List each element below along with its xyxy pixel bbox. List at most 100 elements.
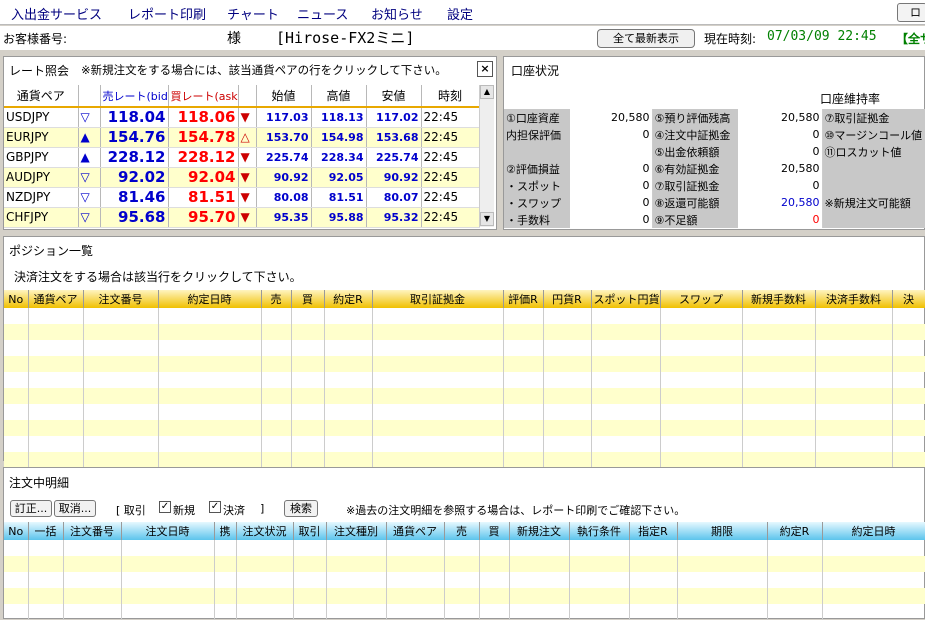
rate-panel-title: レート照会 <box>9 64 70 78</box>
ord-col-pair: 通貨ペア <box>386 522 445 540</box>
table-row[interactable] <box>4 340 925 356</box>
rate-col-ask: 買レート(ask) <box>168 85 239 108</box>
pair-name: NZDJPY <box>4 187 79 208</box>
rate-row-nzdjpy[interactable]: NZDJPY ▽ 81.46 81.51 ▼ 80.08 81.51 80.07… <box>4 187 480 208</box>
account-value: 0 <box>570 177 653 194</box>
orders-note: ※過去の注文明細を参照する場合は、レポート印刷でご確認下さい。 <box>346 504 686 517</box>
ord-col-status: 注文状況 <box>236 522 294 540</box>
table-row[interactable] <box>4 308 925 324</box>
table-row[interactable] <box>4 404 925 420</box>
pos-col-swap: スワップ <box>660 290 743 308</box>
rate-col-high: 高値 <box>311 85 367 108</box>
table-row[interactable] <box>4 356 925 372</box>
pos-col-buy: 買 <box>291 290 325 308</box>
open-rate: 80.08 <box>256 187 312 208</box>
account-label: ⑦取引証拠金 <box>822 109 925 126</box>
pair-name: USDJPY <box>4 107 79 128</box>
low-rate: 95.32 <box>366 207 422 228</box>
pos-col-pair: 通貨ペア <box>28 290 84 308</box>
table-row[interactable] <box>4 452 925 468</box>
account-label: ・手数料 <box>504 211 570 228</box>
cancel-order-button[interactable]: 取消... <box>54 500 96 517</box>
rate-row-chfjpy[interactable]: CHFJPY ▽ 95.68 95.70 ▼ 95.35 95.88 95.32… <box>4 207 480 228</box>
pos-col-margin: 取引証拠金 <box>372 290 504 308</box>
ord-col-order-time: 注文日時 <box>121 522 215 540</box>
table-row[interactable] <box>4 372 925 388</box>
rate-row-eurjpy[interactable]: EURJPY ▲ 154.76 154.78 △ 153.70 154.98 1… <box>4 127 480 148</box>
bid-rate: 118.04 <box>100 107 169 128</box>
ord-col-expiry: 期限 <box>677 522 768 540</box>
table-row[interactable] <box>4 324 925 340</box>
rate-col-open: 始値 <box>256 85 312 108</box>
menu-bar: 入出金サービス レポート印刷 チャート ニュース お知らせ 設定 ロ <box>0 0 925 25</box>
account-label: ⑦取引証拠金 <box>652 177 738 194</box>
account-value: 20,580 <box>738 109 823 126</box>
rate-row-usdjpy[interactable]: USDJPY ▽ 118.04 118.06 ▼ 117.03 118.13 1… <box>4 107 480 128</box>
ask-trend-icon: ▼ <box>238 167 257 188</box>
close-icon[interactable]: × <box>477 61 493 77</box>
account-value: 20,580 <box>570 109 653 126</box>
pos-col-spot-yen: スポット円貨 <box>591 290 661 308</box>
open-rate: 153.70 <box>256 127 312 148</box>
account-row: ・スワップ 0 ⑧返還可能額 20,580 ※新規注文可能額 <box>504 194 925 211</box>
account-label: ④注文中証拠金 <box>652 126 738 143</box>
table-row[interactable] <box>4 388 925 404</box>
orders-header-row: No 一括 注文番号 注文日時 携 注文状況 取引 注文種別 通貨ペア 売 買 … <box>4 522 925 540</box>
table-row[interactable] <box>4 556 925 572</box>
rate-time: 22:45 <box>421 127 480 148</box>
account-label <box>822 160 925 177</box>
rate-scrollbar[interactable]: ▲ ▼ <box>479 85 494 227</box>
account-label <box>822 177 925 194</box>
ord-col-exec-cond: 執行条件 <box>569 522 630 540</box>
table-row[interactable] <box>4 540 925 556</box>
menu-report-print[interactable]: レポート印刷 <box>128 4 206 23</box>
high-rate: 81.51 <box>311 187 367 208</box>
account-label: ⑥有効証拠金 <box>652 160 738 177</box>
search-button[interactable]: 検索 <box>284 500 318 517</box>
menu-deposit-service[interactable]: 入出金サービス <box>11 4 102 23</box>
ask-trend-icon: △ <box>238 127 257 148</box>
high-rate: 118.13 <box>311 107 367 128</box>
scroll-up-icon[interactable]: ▲ <box>480 85 494 99</box>
table-row[interactable] <box>4 588 925 604</box>
menu-settings[interactable]: 設定 <box>447 4 473 23</box>
rate-time: 22:45 <box>421 107 480 128</box>
rate-time: 22:45 <box>421 167 480 188</box>
close-order-checkbox[interactable]: ✓ <box>209 501 221 513</box>
rate-row-gbpjpy[interactable]: GBPJPY ▲ 228.12 228.12 ▼ 225.74 228.34 2… <box>4 147 480 168</box>
pair-name: GBPJPY <box>4 147 79 168</box>
bid-rate: 92.02 <box>100 167 169 188</box>
modify-order-button[interactable]: 訂正... <box>10 500 52 517</box>
pos-col-new-fee: 新規手数料 <box>742 290 816 308</box>
bid-trend-icon: ▽ <box>78 167 101 188</box>
menu-chart[interactable]: チャート <box>227 4 279 23</box>
account-label: ⑤預り評価残高 <box>652 109 738 126</box>
new-order-checkbox[interactable]: ✓ <box>159 501 171 513</box>
table-row[interactable] <box>4 604 925 620</box>
account-value: 0 <box>738 143 823 160</box>
open-rate: 95.35 <box>256 207 312 228</box>
rate-table: 通貨ペア 売レート(bid) 買レート(ask) 始値 高値 安値 時刻 USD… <box>4 85 480 228</box>
rate-row-audjpy[interactable]: AUDJPY ▽ 92.02 92.04 ▼ 90.92 92.05 90.92… <box>4 167 480 188</box>
rate-col-bid-arrow <box>78 85 101 108</box>
customer-number-label: お客様番号: <box>3 32 68 46</box>
account-label: ⑪ロスカット値 <box>822 143 925 160</box>
account-label: ※新規注文可能額 <box>822 194 925 211</box>
ask-rate: 92.04 <box>168 167 239 188</box>
menu-news[interactable]: ニュース <box>297 4 348 23</box>
menu-notice[interactable]: お知らせ <box>371 4 423 23</box>
table-row[interactable] <box>4 420 925 436</box>
table-row[interactable] <box>4 436 925 452</box>
account-value: 0 <box>570 211 653 228</box>
positions-note: 決済注文をする場合は該当行をクリックして下さい。 <box>14 270 302 284</box>
rate-col-bid: 売レート(bid) <box>100 85 169 108</box>
table-row[interactable] <box>4 572 925 588</box>
bid-trend-icon: ▽ <box>78 207 101 228</box>
pos-col-eval-rate: 評価R <box>503 290 544 308</box>
logout-button[interactable]: ロ <box>897 3 925 22</box>
ord-col-type: 注文種別 <box>326 522 387 540</box>
refresh-all-button[interactable]: 全て最新表示 <box>597 29 695 48</box>
account-label: ①口座資産 <box>504 109 570 126</box>
scroll-down-icon[interactable]: ▼ <box>480 212 494 226</box>
account-row: ・手数料 0 ⑨不足額 0 <box>504 211 925 228</box>
